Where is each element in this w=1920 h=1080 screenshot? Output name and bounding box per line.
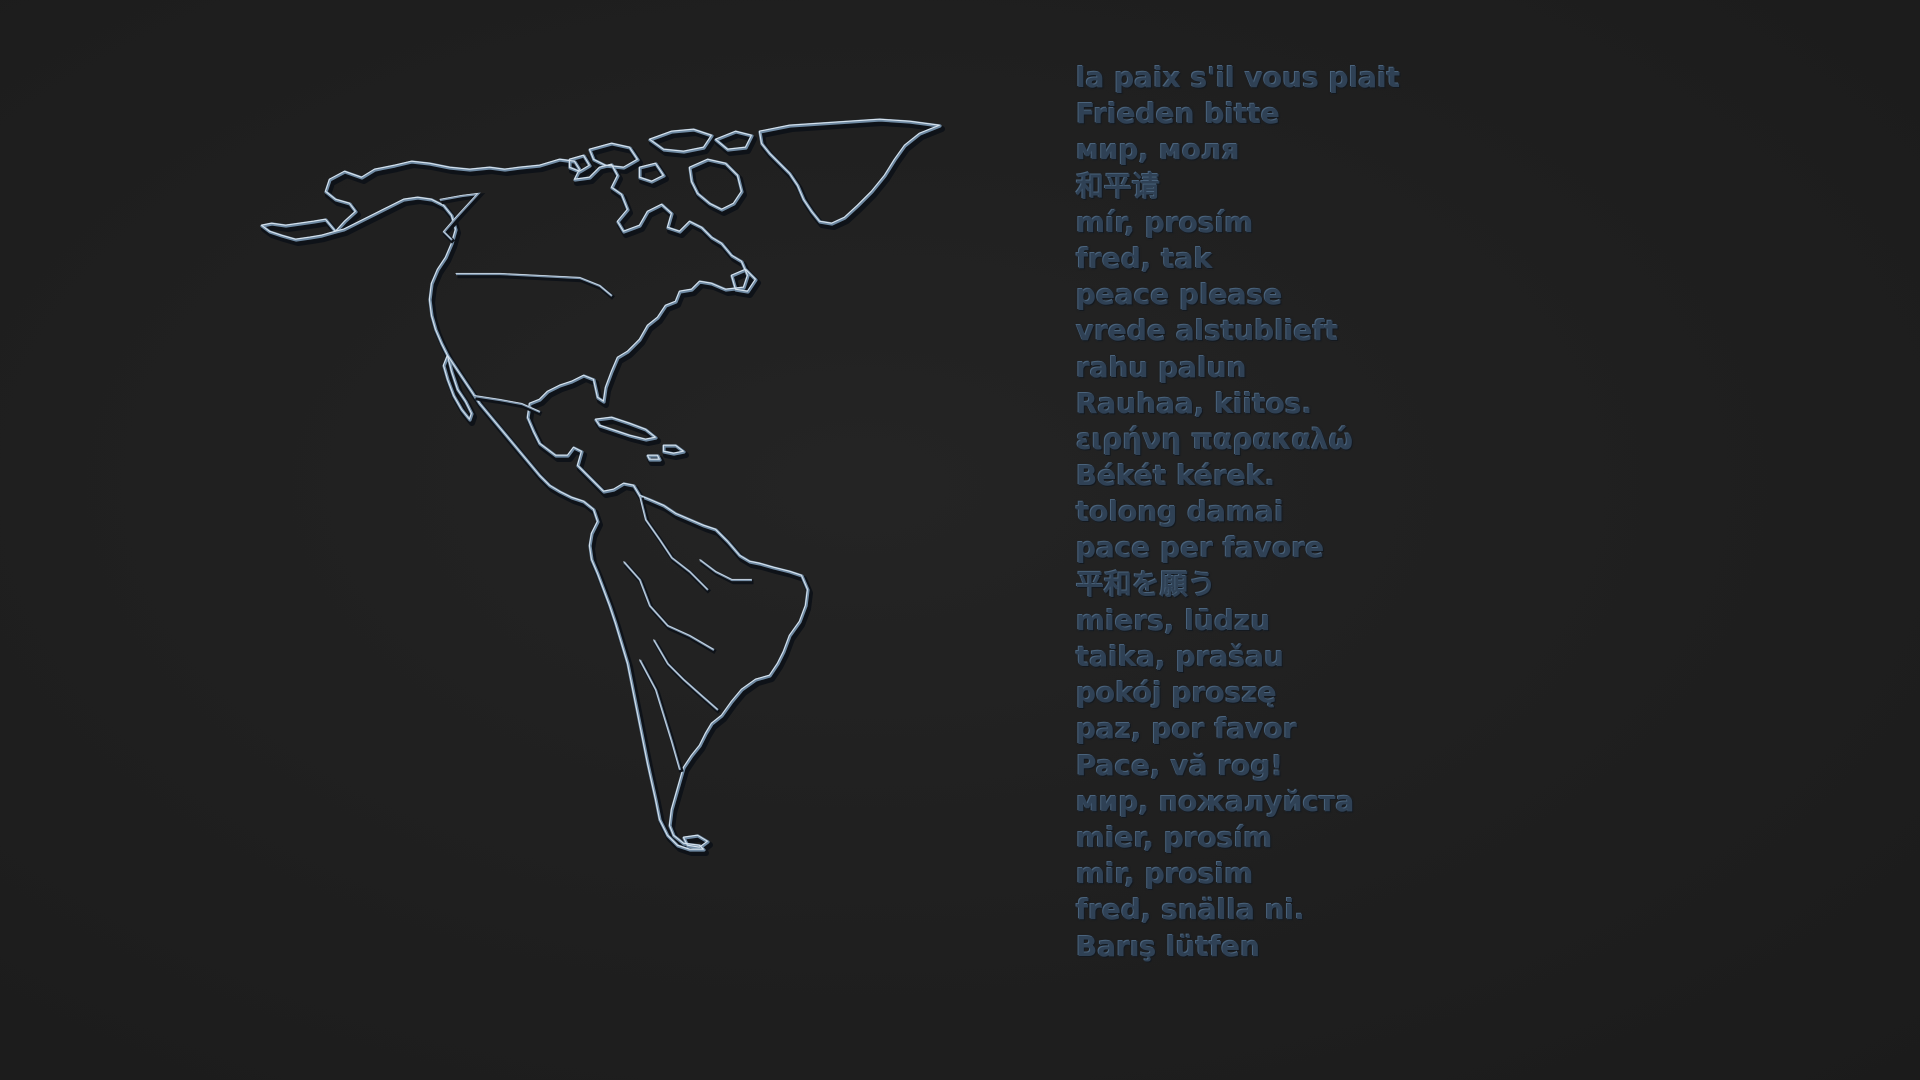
peace-phrase: paz, por favor — [1076, 712, 1297, 746]
peace-phrase: pace per favore — [1076, 531, 1325, 565]
peace-phrase: Pace, vă rog! — [1076, 748, 1284, 782]
peace-phrase: Barış lütfen — [1076, 929, 1261, 963]
americas-map — [260, 118, 1920, 1080]
peace-phrase: rahu palun — [1076, 350, 1247, 384]
peace-phrase: mir, prosim — [1076, 857, 1254, 891]
peace-phrase: 平和を願う — [1076, 567, 1217, 601]
peace-phrase: la paix s'il vous plait — [1076, 61, 1401, 94]
peace-phrase: taika, prašau — [1076, 640, 1285, 673]
peace-phrase: Frieden bitte — [1076, 97, 1280, 131]
peace-phrase: mír, prosím — [1076, 205, 1254, 239]
peace-phrase: fred, snälla ni. — [1076, 893, 1305, 927]
peace-phrase: mier, prosím — [1076, 820, 1273, 854]
peace-phrase: miers, lūdzu — [1076, 603, 1271, 637]
desktop-wallpaper: la paix s'il vous plait Frieden bitte мир,… — [0, 0, 1920, 1080]
peace-phrase: vrede alstublieft — [1076, 314, 1339, 348]
peace-phrase: Békét kérek. — [1076, 459, 1276, 493]
peace-phrase: pokój proszę — [1076, 676, 1277, 710]
peace-phrase: 和平请 — [1076, 169, 1161, 203]
peace-phrase: peace please — [1076, 278, 1283, 312]
peace-phrase-list: la paix s'il vous plait Frieden bitte мир,… — [1076, 60, 1400, 965]
peace-phrase: tolong damai — [1076, 495, 1284, 529]
peace-phrase: ειρήνη παρακαλώ — [1076, 422, 1354, 456]
peace-phrase: Rauhaa, kiitos. — [1076, 386, 1313, 420]
peace-phrase: fred, tak — [1076, 241, 1213, 275]
peace-phrase: мир, пожалуйста — [1076, 784, 1355, 818]
peace-phrase: мир, моля — [1076, 133, 1240, 167]
